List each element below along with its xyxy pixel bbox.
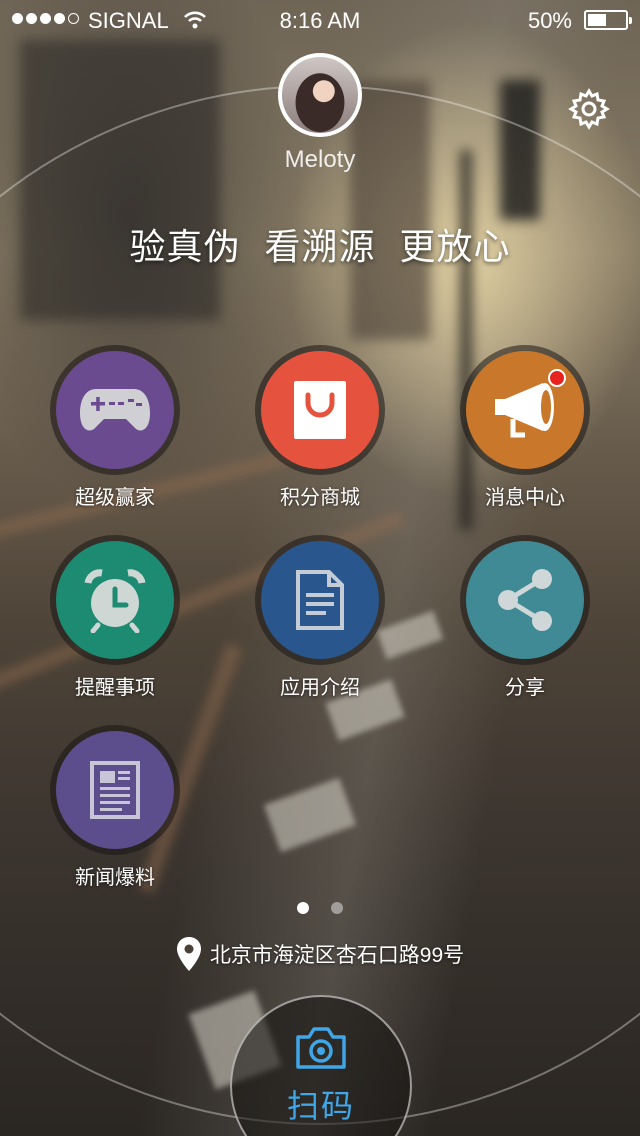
- tile-icon-bg: [466, 541, 584, 659]
- location-pin-icon: [176, 937, 201, 971]
- location-text: 北京市海淀区杏石口路99号: [209, 944, 465, 967]
- tile-label: 提醒事项: [75, 677, 155, 699]
- scan-label: 扫码: [286, 1088, 355, 1124]
- tile-icon-bg: [56, 731, 174, 849]
- tile-reminders[interactable]: 提醒事项: [35, 535, 195, 705]
- tile-icon-bg: [56, 541, 174, 659]
- tile-label: 消息中心: [485, 487, 565, 509]
- gear-icon[interactable]: [568, 88, 610, 130]
- notification-badge: [548, 369, 566, 387]
- slogan-part: 看溯源: [264, 226, 376, 267]
- battery-percentage: 50%: [527, 8, 572, 33]
- tile-icon-bg: [56, 351, 174, 469]
- tile-super-winner[interactable]: 超级赢家: [35, 345, 195, 515]
- tile-icon-bg: [261, 541, 379, 659]
- slogan: 验真伪 看溯源 更放心: [0, 218, 640, 270]
- tile-app-intro[interactable]: 应用介绍: [240, 535, 400, 705]
- tile-label: 分享: [505, 677, 545, 699]
- tile-message-center[interactable]: 消息中心: [445, 345, 605, 515]
- gamepad-icon: [80, 389, 150, 431]
- camera-icon: [296, 1027, 346, 1069]
- tile-label: 超级赢家: [75, 487, 155, 509]
- user-avatar[interactable]: [278, 53, 362, 137]
- location-row: 北京市海淀区杏石口路99号: [0, 936, 640, 972]
- tile-label: 应用介绍: [280, 677, 360, 699]
- share-icon: [498, 569, 552, 631]
- page-indicator: [0, 902, 640, 914]
- tile-label: 积分商城: [280, 487, 360, 509]
- status-bar: SIGNAL 8:16 AM 50%: [0, 0, 640, 40]
- battery-fill: [588, 14, 606, 26]
- tile-label: 新闻爆料: [75, 867, 155, 889]
- shopping-bag-icon: [294, 381, 346, 439]
- page-dot[interactable]: [331, 902, 343, 914]
- alarm-clock-icon: [84, 569, 146, 633]
- document-icon: [296, 570, 344, 630]
- username: Meloty: [284, 146, 356, 173]
- tile-points-mall[interactable]: 积分商城: [240, 345, 400, 515]
- slogan-part: 验真伪: [129, 226, 241, 267]
- tile-share[interactable]: 分享: [445, 535, 605, 705]
- tile-news-tips[interactable]: 新闻爆料: [35, 725, 195, 895]
- megaphone-icon: [495, 383, 554, 438]
- page-dot[interactable]: [297, 902, 309, 914]
- battery-icon: [584, 10, 632, 30]
- home-screen: SIGNAL 8:16 AM 50% Meloty 验真伪 看溯源 更放心 超级…: [0, 0, 640, 1136]
- tile-icon-bg: [466, 351, 584, 469]
- newspaper-icon: [90, 761, 140, 819]
- tile-icon-bg: [261, 351, 379, 469]
- slogan-part: 更放心: [399, 226, 511, 267]
